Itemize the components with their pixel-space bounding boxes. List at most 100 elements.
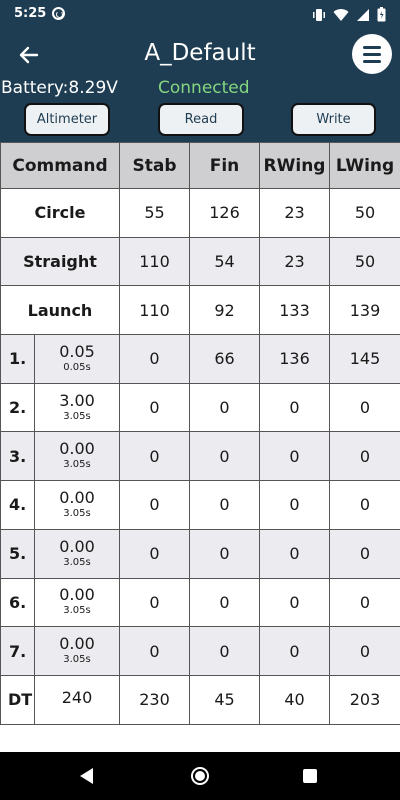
stab-value[interactable]: 110 bbox=[119, 236, 191, 287]
lwing-value[interactable]: 0 bbox=[329, 431, 400, 482]
step-time-cell[interactable]: 0.00 3.05s bbox=[33, 528, 121, 579]
step-time: 0.00 bbox=[59, 585, 95, 605]
command-label[interactable]: Circle bbox=[0, 188, 121, 238]
nav-back-icon[interactable] bbox=[80, 768, 93, 784]
menu-button[interactable] bbox=[352, 34, 392, 74]
rwing-value[interactable]: 0 bbox=[259, 528, 331, 579]
rwing-value[interactable]: 0 bbox=[259, 382, 331, 433]
stab-value[interactable]: 0 bbox=[119, 577, 191, 628]
rwing-value[interactable]: 133 bbox=[259, 285, 331, 336]
lwing-value[interactable]: 50 bbox=[329, 188, 400, 238]
nav-home-icon[interactable] bbox=[191, 767, 209, 785]
lwing-value[interactable]: 139 bbox=[329, 285, 400, 336]
battery-icon bbox=[377, 7, 386, 22]
table-row-launch: Launch 110 92 133 139 bbox=[0, 285, 400, 336]
step-time: 0.05 bbox=[59, 341, 95, 361]
servo-table: Command Stab Fin RWing LWing Circle 55 1… bbox=[0, 142, 400, 725]
lwing-value[interactable]: 0 bbox=[329, 626, 400, 676]
step-time-cell[interactable]: 0.00 3.05s bbox=[33, 577, 121, 628]
stab-value[interactable]: 0 bbox=[119, 528, 191, 579]
nav-recents-icon[interactable] bbox=[303, 769, 317, 783]
table-row-step-1: 1. 0.05 0.05s 0 66 136 145 bbox=[0, 334, 400, 384]
lwing-value[interactable]: 0 bbox=[329, 480, 400, 530]
menu-icon bbox=[363, 46, 381, 49]
table-row-step-7: 7. 0.00 3.05s 0 0 0 0 bbox=[0, 626, 400, 676]
step-cumulative-time: 0.05s bbox=[63, 361, 91, 373]
stab-value[interactable]: 55 bbox=[119, 188, 191, 238]
lwing-value[interactable]: 203 bbox=[329, 674, 400, 725]
read-button[interactable]: Read bbox=[158, 103, 244, 136]
step-number: 7. bbox=[0, 626, 35, 676]
table-row-straight: Straight 110 54 23 50 bbox=[0, 236, 400, 287]
fin-value[interactable]: 54 bbox=[189, 236, 261, 287]
table-header-row: Command Stab Fin RWing LWing bbox=[0, 142, 400, 189]
header-stab: Stab bbox=[119, 142, 191, 189]
table-row-dt: DT 240 230 45 40 203 bbox=[0, 674, 400, 725]
dt-time[interactable]: 240 bbox=[33, 674, 121, 725]
system-nav-bar bbox=[0, 752, 400, 800]
step-cumulative-time: 3.05s bbox=[63, 507, 91, 519]
fin-value[interactable]: 0 bbox=[189, 480, 261, 530]
step-time-cell[interactable]: 0.05 0.05s bbox=[33, 334, 121, 384]
connection-status: Connected bbox=[158, 78, 250, 98]
table-row-step-6: 6. 0.00 3.05s 0 0 0 0 bbox=[0, 577, 400, 628]
stab-value[interactable]: 0 bbox=[119, 334, 191, 384]
header-lwing: LWing bbox=[329, 142, 400, 189]
fin-value[interactable]: 92 bbox=[189, 285, 261, 336]
rwing-value[interactable]: 136 bbox=[259, 334, 331, 384]
step-time: 0.00 bbox=[59, 439, 95, 459]
fin-value[interactable]: 0 bbox=[189, 626, 261, 676]
step-time-cell[interactable]: 3.00 3.05s bbox=[33, 382, 121, 433]
servo-table-area: Command Stab Fin RWing LWing Circle 55 1… bbox=[0, 142, 400, 725]
fin-value[interactable]: 0 bbox=[189, 431, 261, 482]
stab-value[interactable]: 0 bbox=[119, 431, 191, 482]
stab-value[interactable]: 230 bbox=[119, 674, 191, 725]
notification-icon bbox=[52, 7, 65, 20]
status-time: 5:25 bbox=[14, 6, 47, 21]
table-row-step-2: 2. 3.00 3.05s 0 0 0 0 bbox=[0, 382, 400, 433]
table-row-step-4: 4. 0.00 3.05s 0 0 0 0 bbox=[0, 480, 400, 530]
altimeter-button[interactable]: Altimeter bbox=[24, 103, 110, 136]
stab-value[interactable]: 0 bbox=[119, 626, 191, 676]
step-time-cell[interactable]: 0.00 3.05s bbox=[33, 626, 121, 676]
app-bar: A_Default Battery:8.29V Connected Altime… bbox=[0, 28, 400, 142]
stab-value[interactable]: 110 bbox=[119, 285, 191, 336]
rwing-value[interactable]: 0 bbox=[259, 431, 331, 482]
write-button[interactable]: Write bbox=[291, 103, 376, 136]
stab-value[interactable]: 0 bbox=[119, 480, 191, 530]
header-command: Command bbox=[0, 142, 121, 189]
header-fin: Fin bbox=[189, 142, 261, 189]
fin-value[interactable]: 0 bbox=[189, 577, 261, 628]
command-label[interactable]: Launch bbox=[0, 285, 121, 336]
lwing-value[interactable]: 50 bbox=[329, 236, 400, 287]
step-cumulative-time: 3.05s bbox=[63, 410, 91, 422]
rwing-value[interactable]: 0 bbox=[259, 626, 331, 676]
lwing-value[interactable]: 0 bbox=[329, 577, 400, 628]
stab-value[interactable]: 0 bbox=[119, 382, 191, 433]
fin-value[interactable]: 126 bbox=[189, 188, 261, 238]
fin-value[interactable]: 0 bbox=[189, 528, 261, 579]
rwing-value[interactable]: 40 bbox=[259, 674, 331, 725]
rwing-value[interactable]: 0 bbox=[259, 480, 331, 530]
step-time-cell[interactable]: 0.00 3.05s bbox=[33, 431, 121, 482]
step-cumulative-time: 3.05s bbox=[63, 556, 91, 568]
fin-value[interactable]: 0 bbox=[189, 382, 261, 433]
step-number: 4. bbox=[0, 480, 35, 530]
lwing-value[interactable]: 145 bbox=[329, 334, 400, 384]
rwing-value[interactable]: 0 bbox=[259, 577, 331, 628]
rwing-value[interactable]: 23 bbox=[259, 188, 331, 238]
step-number: 1. bbox=[0, 334, 35, 384]
status-bar: 5:25 bbox=[0, 0, 400, 28]
step-time-cell[interactable]: 0.00 3.05s bbox=[33, 480, 121, 530]
command-label[interactable]: Straight bbox=[0, 236, 121, 287]
status-icons bbox=[312, 7, 386, 22]
battery-voltage: Battery:8.29V bbox=[1, 78, 118, 98]
fin-value[interactable]: 45 bbox=[189, 674, 261, 725]
table-row-step-3: 3. 0.00 3.05s 0 0 0 0 bbox=[0, 431, 400, 482]
lwing-value[interactable]: 0 bbox=[329, 528, 400, 579]
step-number: 6. bbox=[0, 577, 35, 628]
fin-value[interactable]: 66 bbox=[189, 334, 261, 384]
step-number: 2. bbox=[0, 382, 35, 433]
lwing-value[interactable]: 0 bbox=[329, 382, 400, 433]
rwing-value[interactable]: 23 bbox=[259, 236, 331, 287]
